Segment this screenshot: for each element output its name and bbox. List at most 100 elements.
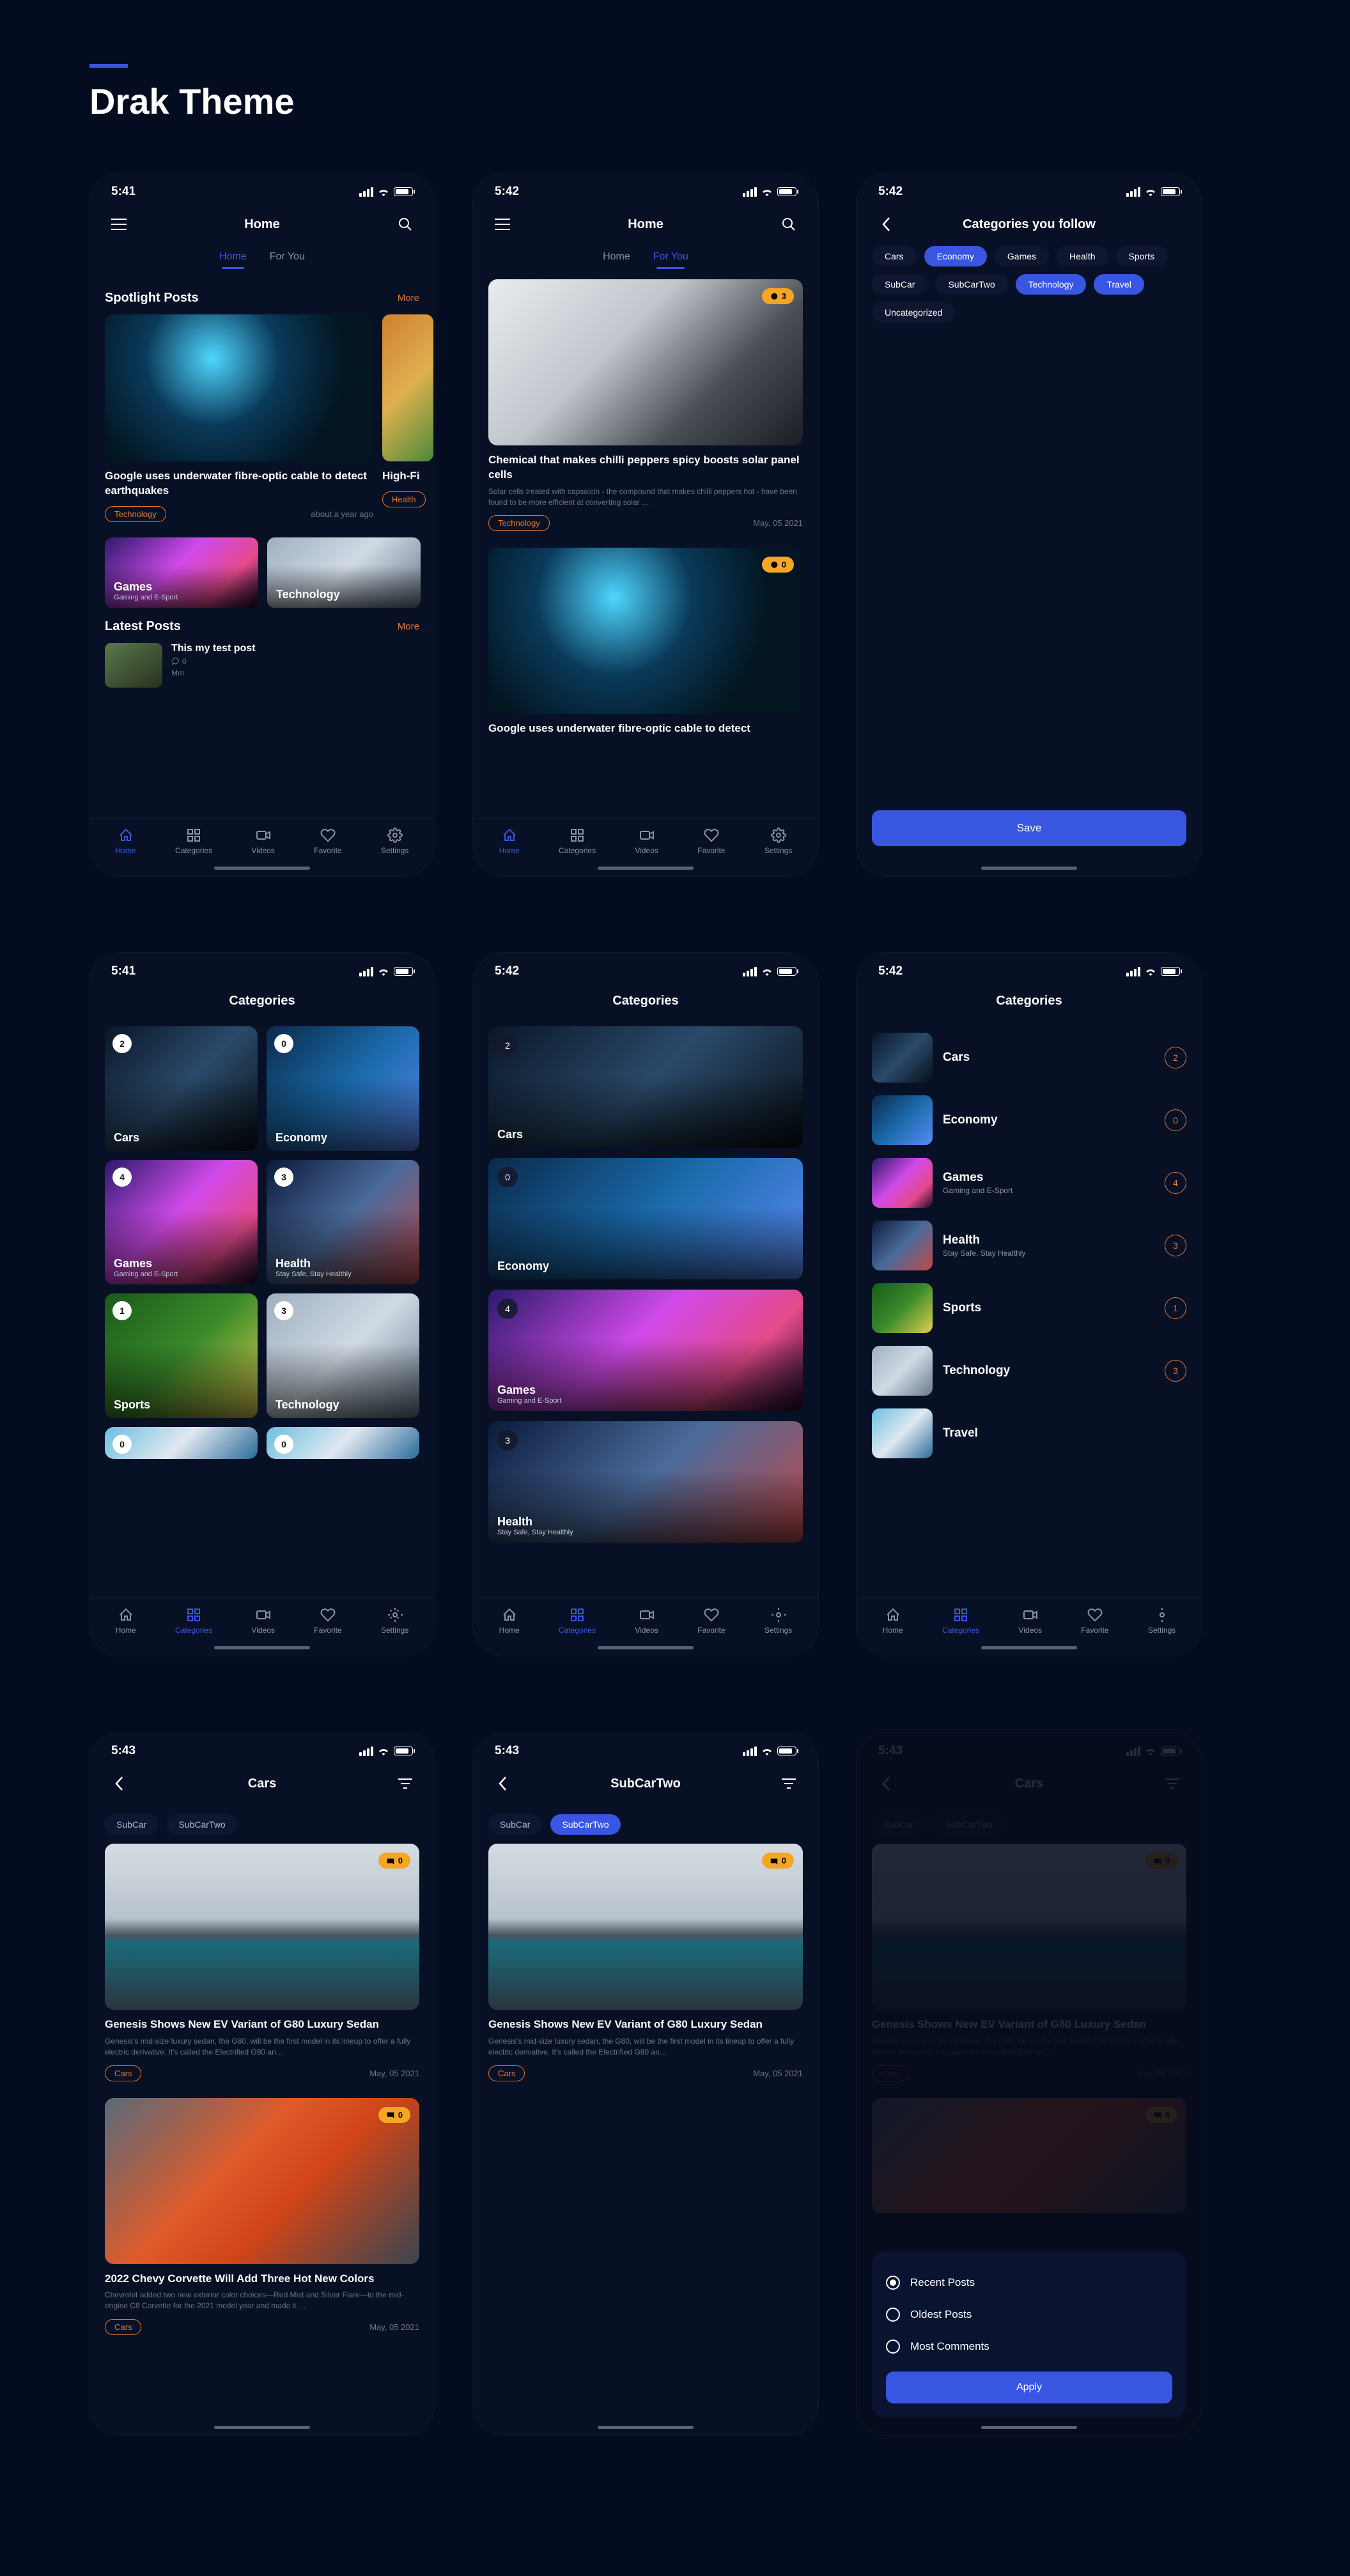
save-button[interactable]: Save (872, 810, 1186, 846)
nav-videos[interactable]: Videos (1018, 1607, 1041, 1635)
list-item[interactable]: HealthStay Safe, Stay Healthly 3 (872, 1214, 1186, 1277)
tag-technology[interactable]: Technology (105, 506, 166, 522)
nav-home[interactable]: Home (883, 1607, 903, 1635)
category-wide-cars[interactable]: 2Cars (488, 1026, 803, 1148)
more-link[interactable]: More (398, 293, 419, 304)
nav-categories[interactable]: Categories (175, 828, 212, 855)
category-wide-economy[interactable]: 0Economy (488, 1158, 803, 1279)
tag-cars[interactable]: Cars (105, 2065, 141, 2081)
header-title: Categories you follow (896, 217, 1162, 232)
list-item[interactable]: Technology 3 (872, 1339, 1186, 1402)
list-item[interactable]: Cars 2 (872, 1026, 1186, 1089)
list-item[interactable]: Travel (872, 1402, 1186, 1465)
feed-card[interactable]: 0 Genesis Shows New EV Variant of G80 Lu… (488, 1844, 803, 2081)
category-wide-games[interactable]: 4GamesGaming and E-Sport (488, 1290, 803, 1411)
nav-favorite[interactable]: Favorite (697, 828, 725, 855)
list-item[interactable]: Economy 0 (872, 1089, 1186, 1152)
menu-icon[interactable] (492, 214, 513, 235)
sort-icon[interactable] (779, 1773, 799, 1794)
chip-games[interactable]: Games (995, 246, 1049, 266)
tag-health[interactable]: Health (382, 491, 426, 507)
category-tile-health[interactable]: 3HealthStay Safe, Stay Healthly (267, 1160, 419, 1284)
sort-oldest[interactable]: Oldest Posts (886, 2299, 1172, 2331)
nav-favorite[interactable]: Favorite (697, 1607, 725, 1635)
nav-settings[interactable]: Settings (764, 1607, 792, 1635)
nav-home[interactable]: Home (499, 828, 520, 855)
apply-button[interactable]: Apply (886, 2372, 1172, 2403)
nav-home[interactable]: Home (499, 1607, 520, 1635)
category-tile-technology[interactable]: 3Technology (267, 1293, 419, 1418)
nav-home[interactable]: Home (116, 828, 136, 855)
tab-home[interactable]: Home (603, 251, 630, 269)
chip-subcartwo[interactable]: SubCarTwo (935, 274, 1007, 295)
nav-categories[interactable]: Categories (942, 1607, 979, 1635)
tab-for-you[interactable]: For You (270, 251, 305, 269)
feed-card[interactable]: 0 2022 Chevy Corvette Will Add Three Hot… (105, 2098, 419, 2336)
feed-card[interactable]: 0 Genesis Shows New EV Variant of G80 Lu… (105, 1844, 419, 2081)
nav-favorite[interactable]: Favorite (1081, 1607, 1108, 1635)
category-wide-health[interactable]: 3HealthStay Safe, Stay Healthly (488, 1421, 803, 1543)
feed-card[interactable]: 0 Google uses underwater fibre-optic cab… (488, 548, 803, 736)
sub-tab-subcar[interactable]: SubCar (488, 1814, 541, 1835)
nav-videos[interactable]: Videos (635, 828, 658, 855)
category-tile-partial[interactable]: 0 (267, 1427, 419, 1459)
tag-technology[interactable]: Technology (488, 515, 550, 531)
sub-tab-subcartwo[interactable]: SubCarTwo (550, 1814, 620, 1835)
chip-health[interactable]: Health (1057, 246, 1108, 266)
category-card-technology[interactable]: Technology (267, 537, 421, 608)
chip-travel[interactable]: Travel (1094, 274, 1144, 295)
category-tile-games[interactable]: 4GamesGaming and E-Sport (105, 1160, 258, 1284)
post-date: May, 05 2021 (369, 2322, 419, 2332)
nav-categories[interactable]: Categories (559, 1607, 596, 1635)
nav-videos[interactable]: Videos (251, 1607, 274, 1635)
latest-post-title: This my test post (171, 643, 419, 654)
back-icon[interactable] (109, 1773, 129, 1794)
chip-subcar[interactable]: SubCar (872, 274, 927, 295)
category-tile-sports[interactable]: 1Sports (105, 1293, 258, 1418)
spotlight-card-partial[interactable]: High-Fi Health (382, 314, 433, 522)
spotlight-image (105, 314, 373, 461)
back-icon[interactable] (876, 214, 896, 235)
chip-cars[interactable]: Cars (872, 246, 917, 266)
menu-icon[interactable] (109, 214, 129, 235)
list-item[interactable]: Sports 1 (872, 1277, 1186, 1339)
search-icon[interactable] (779, 214, 799, 235)
nav-videos[interactable]: Videos (251, 828, 274, 855)
nav-favorite[interactable]: Favorite (314, 1607, 341, 1635)
nav-videos[interactable]: Videos (635, 1607, 658, 1635)
tab-for-you[interactable]: For You (653, 251, 688, 269)
nav-favorite[interactable]: Favorite (314, 828, 341, 855)
spotlight-card[interactable]: Google uses underwater fibre-optic cable… (105, 314, 373, 522)
category-tile-cars[interactable]: 2Cars (105, 1026, 258, 1151)
search-icon[interactable] (395, 214, 415, 235)
sort-icon[interactable] (395, 1773, 415, 1794)
list-name: Technology (943, 1364, 1154, 1378)
nav-categories[interactable]: Categories (559, 828, 596, 855)
sub-tab-subcartwo[interactable]: SubCarTwo (167, 1814, 237, 1835)
nav-settings[interactable]: Settings (1148, 1607, 1175, 1635)
nav-settings[interactable]: Settings (381, 1607, 408, 1635)
category-tile-partial[interactable]: 0 (105, 1427, 258, 1459)
screen-categories-grid: 5:41 Categories 2Cars 0Economy 4GamesGam… (89, 953, 435, 1656)
chip-technology[interactable]: Technology (1016, 274, 1087, 295)
chip-economy[interactable]: Economy (924, 246, 987, 266)
nav-categories[interactable]: Categories (175, 1607, 212, 1635)
latest-post[interactable]: This my test post 0 Mm (105, 643, 419, 688)
nav-home[interactable]: Home (116, 1607, 136, 1635)
more-link[interactable]: More (398, 621, 419, 632)
back-icon[interactable] (492, 1773, 513, 1794)
nav-settings[interactable]: Settings (764, 828, 792, 855)
category-card-games[interactable]: GamesGaming and E-Sport (105, 537, 258, 608)
feed-card[interactable]: 3 Chemical that makes chilli peppers spi… (488, 279, 803, 531)
tab-home[interactable]: Home (219, 251, 247, 269)
chip-uncategorized[interactable]: Uncategorized (872, 302, 955, 323)
nav-settings[interactable]: Settings (381, 828, 408, 855)
sort-recent[interactable]: Recent Posts (886, 2267, 1172, 2299)
sub-tab-subcar[interactable]: SubCar (105, 1814, 158, 1835)
tag-cars[interactable]: Cars (105, 2319, 141, 2335)
list-item[interactable]: GamesGaming and E-Sport 4 (872, 1152, 1186, 1214)
sort-most-comments[interactable]: Most Comments (886, 2331, 1172, 2363)
chip-sports[interactable]: Sports (1116, 246, 1167, 266)
tag-cars[interactable]: Cars (488, 2065, 525, 2081)
category-tile-economy[interactable]: 0Economy (267, 1026, 419, 1151)
